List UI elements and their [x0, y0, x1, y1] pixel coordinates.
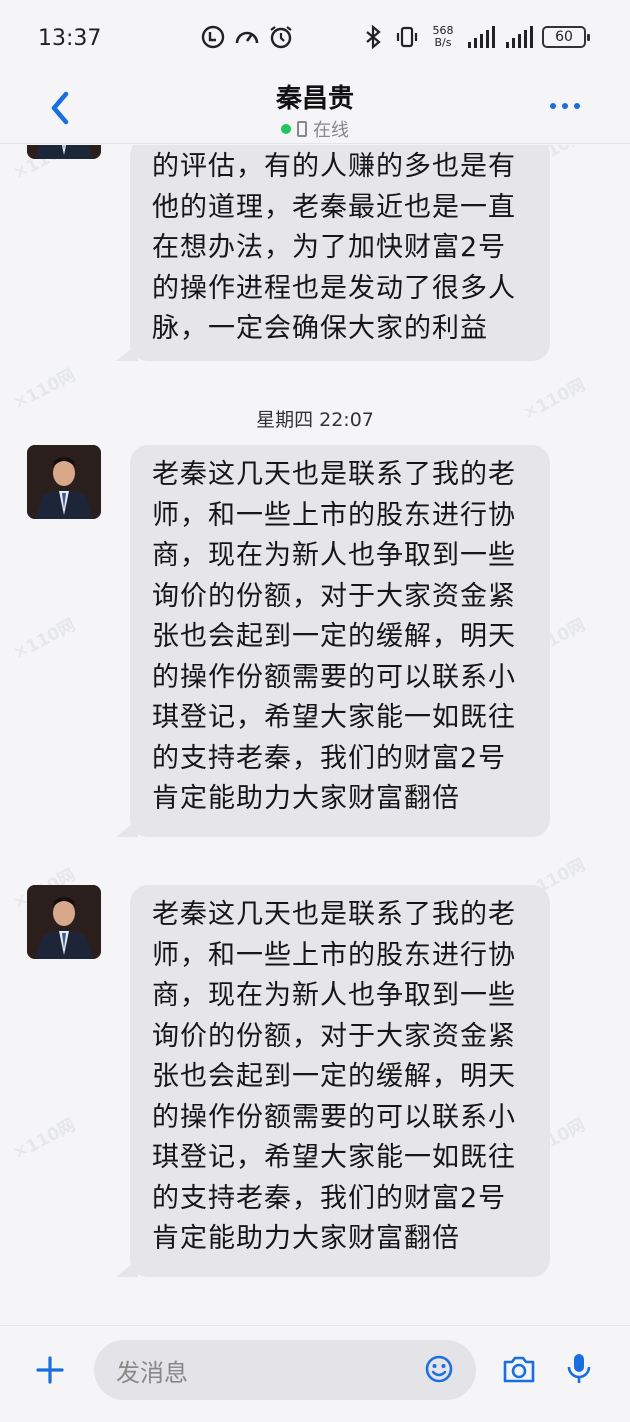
message-list[interactable]: ✕110网 ✕110网 ✕110网 ✕110网 ✕110网 ✕110网 ✕110…: [0, 145, 630, 1325]
microphone-icon[interactable]: [566, 1352, 592, 1386]
avatar-photo-icon: [27, 445, 101, 519]
message-input-placeholder: 发消息: [116, 1358, 188, 1387]
bubble-tail: [116, 819, 138, 837]
status-icons-right: 568 B/s 60: [360, 24, 590, 50]
input-bar: 发消息: [0, 1325, 630, 1422]
message-timestamp: 星期四 22:07: [256, 409, 374, 431]
avatar[interactable]: [27, 145, 101, 159]
alarm-icon: [270, 26, 292, 49]
vibrate-icon: [396, 26, 418, 48]
chat-header: 秦昌贵 在线: [0, 78, 630, 144]
message-bubble[interactable]: 的评估，有的人赚的多也是有他的道理，老秦最近也是一直在想办法，为了加快财富2号的…: [130, 145, 550, 361]
message-input[interactable]: 发消息: [94, 1340, 476, 1400]
emoji-icon[interactable]: [424, 1354, 454, 1384]
avatar[interactable]: [27, 445, 101, 519]
bubble-tail: [116, 343, 138, 361]
network-speed: 568 B/s: [428, 25, 458, 49]
signal-2-icon: [506, 26, 533, 48]
more-options-icon[interactable]: [548, 96, 582, 116]
camera-icon[interactable]: [502, 1354, 536, 1384]
battery-indicator: 60: [542, 26, 590, 48]
message-bubble[interactable]: 老秦这几天也是联系了我的老师，和一些上市的股东进行协商，现在为新人也争取到一些询…: [130, 885, 550, 1277]
message-bubble[interactable]: 老秦这几天也是联系了我的老师，和一些上市的股东进行协商，现在为新人也争取到一些询…: [130, 445, 550, 837]
presence-label: 在线: [313, 120, 349, 141]
status-icons-left: [200, 24, 294, 50]
speedometer-icon: [235, 31, 259, 44]
phone-icon: [297, 121, 307, 137]
data-saver-icon: [201, 25, 225, 49]
status-time: 13:37: [38, 26, 102, 51]
watermark: ✕110网: [10, 615, 79, 665]
status-bar: 13:37 568 B/s 60: [0, 0, 630, 78]
online-dot-icon: [281, 124, 291, 134]
bluetooth-icon: [366, 24, 381, 50]
network-speed-unit: B/s: [434, 36, 452, 49]
presence-status: 在线: [0, 116, 630, 142]
signal-1-icon: [468, 26, 495, 48]
contact-name[interactable]: 秦昌贵: [0, 78, 630, 115]
watermark: ✕110网: [10, 1115, 79, 1165]
avatar-photo-icon: [27, 885, 101, 959]
plus-icon[interactable]: [34, 1354, 66, 1386]
avatar-photo-icon: [27, 145, 101, 159]
avatar[interactable]: [27, 885, 101, 959]
